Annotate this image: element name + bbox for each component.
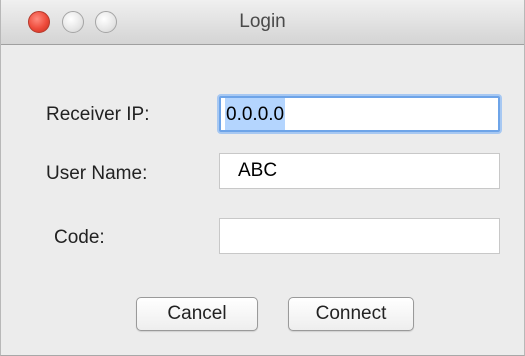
receiver-ip-field[interactable]: 0.0.0.0 [219, 96, 500, 132]
user-name-value: ABC [238, 160, 278, 181]
code-field[interactable] [219, 218, 500, 254]
window-title: Login [239, 11, 286, 32]
user-name-label: User Name: [46, 163, 148, 184]
code-label: Code: [54, 227, 105, 248]
login-window: Login Receiver IP: 0.0.0.0 User Name: AB… [0, 0, 525, 356]
title-bar[interactable]: Login [1, 0, 524, 45]
receiver-ip-label: Receiver IP: [46, 104, 150, 125]
receiver-ip-value: 0.0.0.0 [225, 98, 286, 130]
connect-button[interactable]: Connect [288, 297, 414, 331]
cancel-button[interactable]: Cancel [136, 297, 258, 331]
user-name-field[interactable]: ABC [219, 153, 500, 189]
